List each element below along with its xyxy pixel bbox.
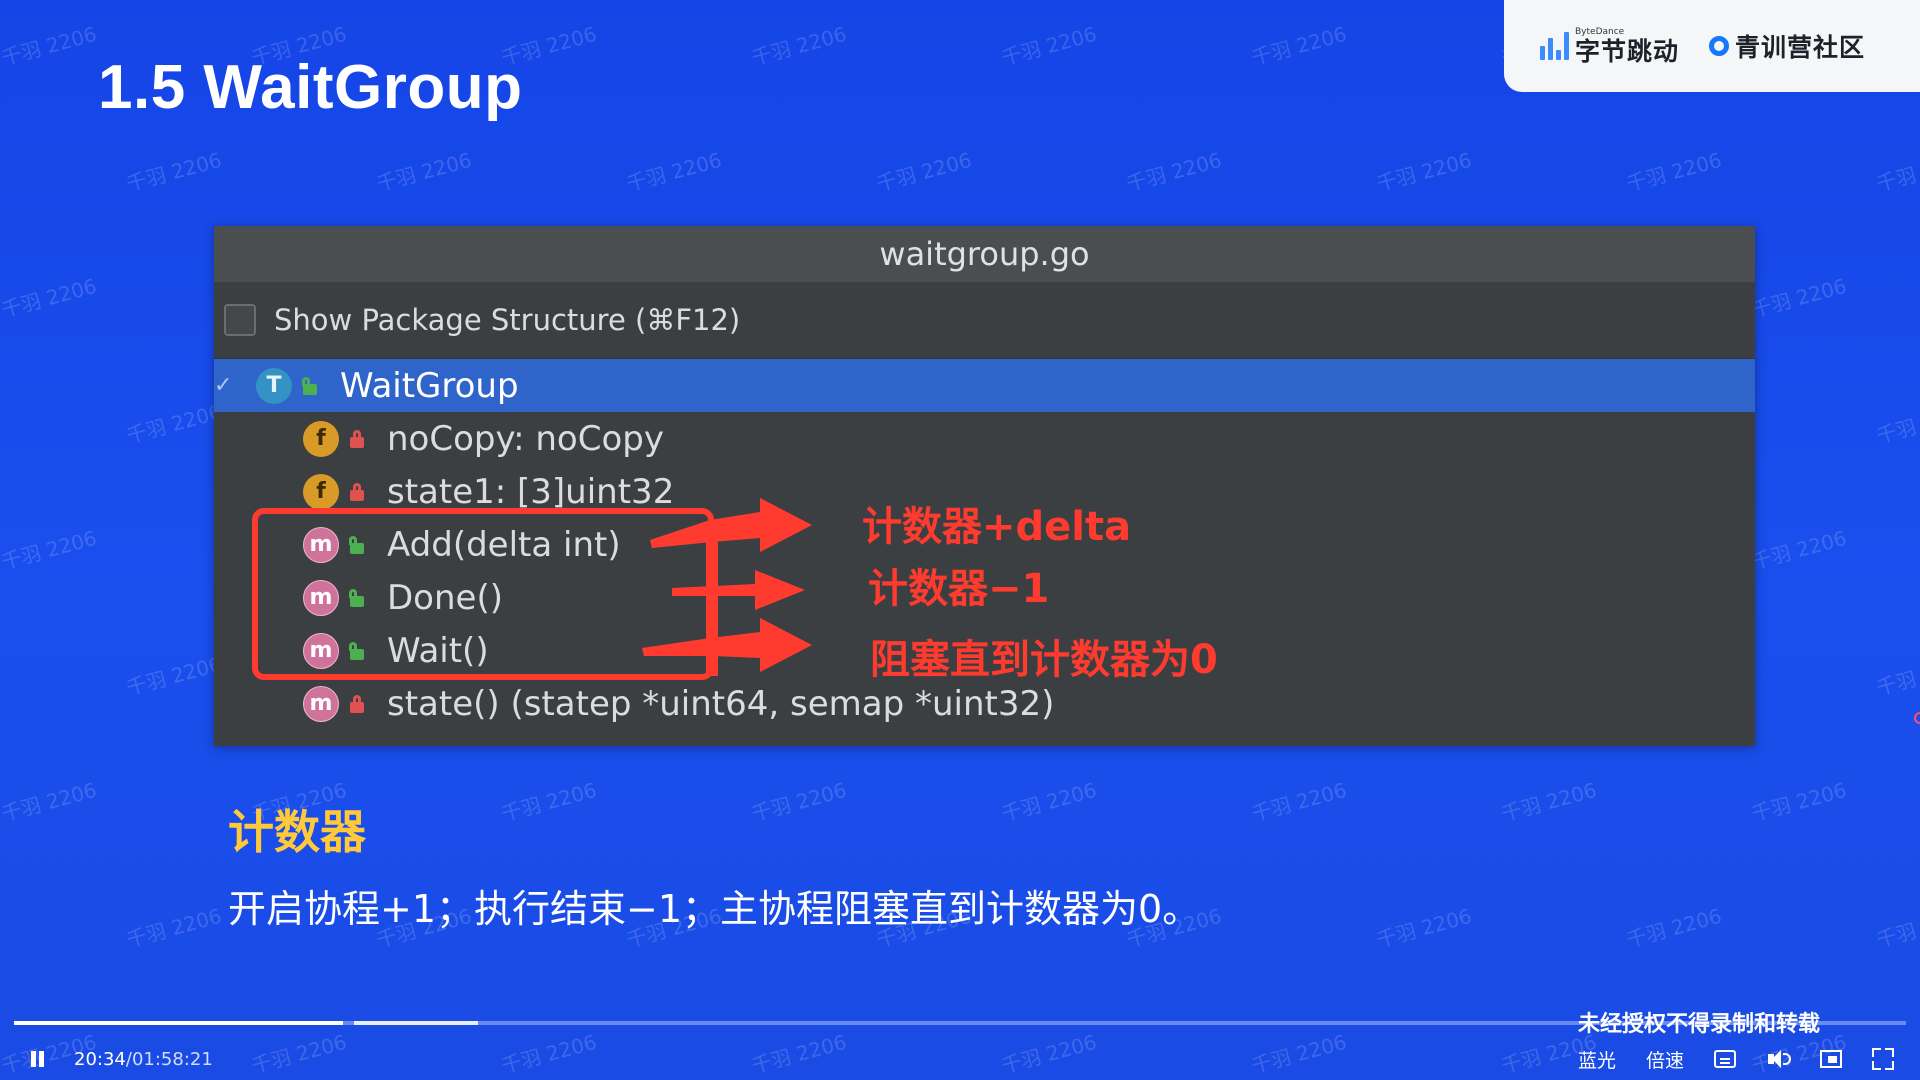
- watermark-text: 千羽 2206: [1123, 147, 1225, 197]
- progress-buffer: [354, 1021, 478, 1025]
- progress-bar[interactable]: [14, 1021, 1906, 1025]
- tree-row-waitgroup[interactable]: ✓ T WaitGroup: [214, 359, 1755, 412]
- show-package-structure-checkbox[interactable]: [224, 304, 256, 336]
- popup-file-title: waitgroup.go: [214, 226, 1755, 282]
- bytedance-name: 字节跳动: [1575, 37, 1680, 66]
- edge-marker-icon: [1914, 712, 1920, 724]
- community-ring-icon: [1709, 36, 1730, 56]
- field-icon: f: [303, 420, 339, 457]
- speed-button[interactable]: 倍速: [1646, 1046, 1684, 1073]
- show-package-structure-label: Show Package Structure (⌘F12): [274, 303, 741, 337]
- watermark-text: 千羽 2206: [1873, 148, 1920, 197]
- section-heading: 计数器: [228, 805, 366, 859]
- annotation-add: 计数器+delta: [862, 504, 1132, 550]
- watermark-text: 千羽 2206: [123, 147, 225, 197]
- watermark-text: 千羽 2206: [0, 525, 100, 575]
- bytedance-bars-icon: [1540, 32, 1569, 60]
- tree-row-label: state1: [3]uint32: [387, 471, 675, 512]
- watermark-text: 千羽 2206: [1248, 777, 1350, 827]
- subtitle-icon[interactable]: [1714, 1050, 1736, 1068]
- watermark-text: 千羽 2206: [1623, 147, 1725, 197]
- private-access-icon: [349, 694, 365, 714]
- watermark-text: 千羽 2206: [1623, 903, 1725, 953]
- field-icon: f: [303, 473, 339, 510]
- total-time: /01:58:21: [125, 1048, 213, 1070]
- watermark-text: 千羽 2206: [1873, 904, 1920, 953]
- watermark-text: 千羽 2206: [123, 903, 225, 953]
- tree-row-label: noCopy: noCopy: [387, 418, 664, 459]
- section-description: 开启协程+1；执行结束−1；主协程阻塞直到计数器为0。: [228, 887, 1201, 931]
- watermark-text: 千羽 2206: [0, 21, 100, 71]
- type-icon: T: [256, 367, 292, 404]
- public-access-icon: [302, 376, 318, 396]
- watermark-text: 千羽 2206: [623, 147, 725, 197]
- watermark-text: 千羽 2206: [998, 21, 1100, 71]
- watermark-text: 千羽 2206: [123, 651, 225, 701]
- watermark-text: 千羽 2206: [748, 777, 850, 827]
- time-display: 20:34/01:58:21: [74, 1049, 213, 1070]
- player-controls: 20:34/01:58:21 蓝光 倍速: [0, 1038, 1920, 1080]
- annotation-wait: 阻塞直到计数器为0: [870, 637, 1218, 683]
- quality-button[interactable]: 蓝光: [1578, 1046, 1616, 1073]
- watermark-text: 千羽 2206: [1373, 147, 1475, 197]
- watermark-text: 千羽 2206: [873, 147, 975, 197]
- watermark-text: 千羽 2206: [1748, 273, 1850, 323]
- watermark-text: 千羽 2206: [498, 777, 600, 827]
- private-access-icon: [349, 429, 365, 449]
- watermark-text: 千羽 2206: [123, 399, 225, 449]
- show-package-structure-option[interactable]: Show Package Structure (⌘F12): [214, 282, 1755, 359]
- progress-fill: [14, 1021, 344, 1025]
- watermark-text: 千羽 2206: [1873, 400, 1920, 449]
- watermark-text: 千羽 2206: [1748, 525, 1850, 575]
- watermark-text: 千羽 2206: [1373, 903, 1475, 953]
- private-access-icon: [349, 482, 365, 502]
- slide-title: 1.5 WaitGroup: [98, 53, 523, 122]
- watermark-text: 千羽 2206: [1498, 777, 1600, 827]
- pip-icon[interactable]: [1820, 1050, 1842, 1068]
- watermark-text: 千羽 2206: [748, 21, 850, 71]
- bytedance-logo: ByteDance 字节跳动: [1540, 28, 1679, 64]
- annotation-done: 计数器−1: [868, 566, 1050, 612]
- bytedance-small-label: ByteDance: [1575, 27, 1625, 37]
- pause-icon[interactable]: [26, 1048, 48, 1070]
- current-time: 20:34: [74, 1048, 126, 1070]
- fullscreen-icon[interactable]: [1872, 1048, 1894, 1070]
- watermark-text: 千羽 2206: [1873, 652, 1920, 701]
- watermark-text: 千羽 2206: [373, 147, 475, 197]
- community-name: 青训营社区: [1735, 33, 1866, 62]
- watermark-text: 千羽 2206: [0, 777, 100, 827]
- watermark-text: 千羽 2206: [998, 777, 1100, 827]
- method-icon: m: [303, 685, 339, 722]
- community-logo: 青训营社区: [1709, 28, 1865, 64]
- watermark-text: 千羽 2206: [0, 273, 100, 323]
- watermark-text: 千羽 2206: [1748, 777, 1850, 827]
- volume-icon[interactable]: [1766, 1048, 1791, 1070]
- tree-row-label: WaitGroup: [340, 365, 519, 406]
- chevron-down-icon[interactable]: ✓: [214, 373, 232, 398]
- logo-bar: ByteDance 字节跳动 青训营社区: [1504, 0, 1920, 92]
- tree-row-nocopy[interactable]: f noCopy: noCopy: [214, 412, 1755, 465]
- watermark-text: 千羽 2206: [1248, 21, 1350, 71]
- tree-row-label: state() (statep *uint64, semap *uint32): [387, 683, 1055, 724]
- methods-highlight-box: [252, 508, 714, 680]
